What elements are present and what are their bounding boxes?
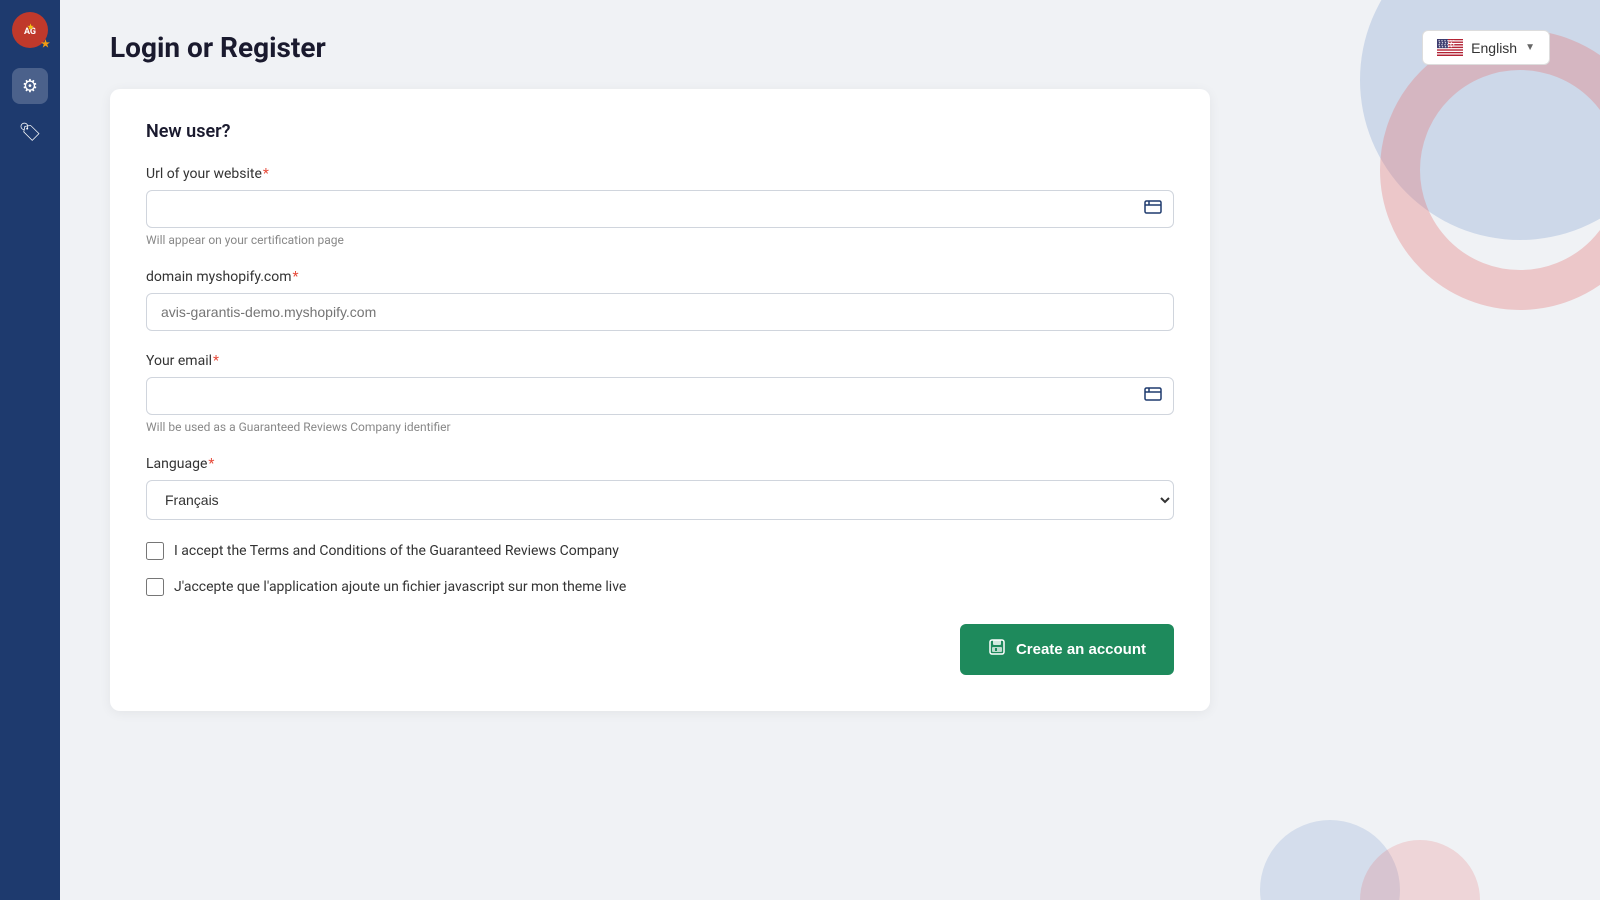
create-account-button[interactable]: Create an account <box>960 624 1174 675</box>
terms-checkbox[interactable] <box>146 542 164 560</box>
terms-label: I accept the Terms and Conditions of the… <box>174 543 619 559</box>
svg-text:★ ★ ★ ★ ★: ★ ★ ★ ★ ★ <box>1439 45 1454 49</box>
registration-form-card: New user? Url of your website* <box>110 89 1210 711</box>
main-content: Login or Register <box>60 0 1600 900</box>
email-required: * <box>213 353 219 369</box>
javascript-checkbox-group: J'accepte que l'application ajoute un fi… <box>146 578 1174 596</box>
url-input[interactable] <box>146 190 1174 228</box>
sidebar-item-tags[interactable]: 🏷 <box>12 114 48 150</box>
email-input-wrapper <box>146 377 1174 415</box>
url-hint: Will appear on your certification page <box>146 233 1174 247</box>
section-title: New user? <box>146 121 1174 142</box>
email-label: Your email* <box>146 353 1174 369</box>
tag-icon: 🏷 <box>19 122 42 143</box>
domain-input[interactable] <box>146 293 1174 331</box>
form-footer: Create an account <box>146 624 1174 675</box>
url-label: Url of your website* <box>146 166 1174 182</box>
gear-icon: ⚙ <box>22 76 38 97</box>
flag-icon: ★ ★ ★ ★ ★ ★ ★ ★ ★ ★ ★ ★ ★ ★ ★ ★ ★ ★ ★ ★ … <box>1437 39 1463 56</box>
domain-field-group: domain myshopify.com* <box>146 269 1174 331</box>
app-logo: AG <box>12 12 48 48</box>
email-input-icon <box>1144 385 1162 407</box>
javascript-label: J'accepte que l'application ajoute un fi… <box>174 579 626 595</box>
url-input-wrapper <box>146 190 1174 228</box>
email-input[interactable] <box>146 377 1174 415</box>
url-field-group: Url of your website* Will appear on your… <box>146 166 1174 247</box>
domain-required: * <box>293 269 299 285</box>
sidebar: AG ⚙ 🏷 <box>0 0 60 900</box>
email-field-group: Your email* Will be used as a Guaranteed… <box>146 353 1174 434</box>
save-icon <box>988 638 1006 661</box>
url-input-icon <box>1144 198 1162 220</box>
page-header: Login or Register <box>110 30 1550 65</box>
language-label: Language* <box>146 456 1174 472</box>
language-label: English <box>1471 40 1517 56</box>
language-field-group: Language* Français English Español Deuts… <box>146 456 1174 520</box>
language-selector[interactable]: ★ ★ ★ ★ ★ ★ ★ ★ ★ ★ ★ ★ ★ ★ ★ ★ ★ ★ ★ ★ … <box>1422 30 1550 65</box>
language-select[interactable]: Français English Español Deutsch <box>146 480 1174 520</box>
sidebar-item-settings[interactable]: ⚙ <box>12 68 48 104</box>
domain-label: domain myshopify.com* <box>146 269 1174 285</box>
content-area: Login or Register <box>60 0 1600 900</box>
create-account-label: Create an account <box>1016 641 1146 658</box>
language-required: * <box>208 456 214 472</box>
javascript-checkbox[interactable] <box>146 578 164 596</box>
email-hint: Will be used as a Guaranteed Reviews Com… <box>146 420 1174 434</box>
terms-checkbox-group: I accept the Terms and Conditions of the… <box>146 542 1174 560</box>
chevron-down-icon: ▼ <box>1525 42 1535 53</box>
page-title: Login or Register <box>110 31 326 64</box>
url-required: * <box>263 166 269 182</box>
